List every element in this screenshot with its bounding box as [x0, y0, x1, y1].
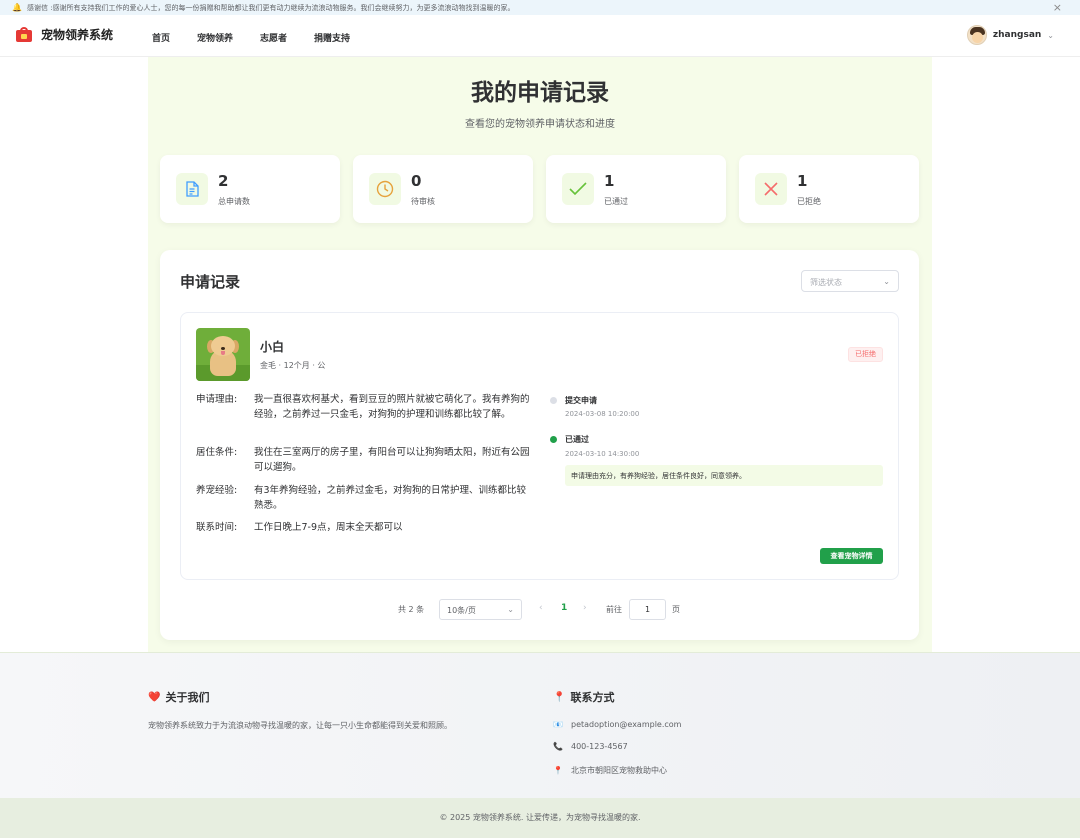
notice-bar: 🔔 感谢信 :感谢所有支持我们工作的爱心人士，您的每一份捐赠和帮助都让我们更有动… [0, 0, 1080, 15]
clock-icon [369, 173, 401, 205]
timeline-time: 2024-03-10 14:30:00 [565, 450, 640, 458]
field-value: 有3年养狗经验，之前养过金毛，对狗狗的日常护理、训练都比较熟悉。 [254, 485, 527, 511]
stat-label: 待审核 [411, 197, 435, 206]
email-text: petadoption@example.com [571, 720, 682, 729]
document-icon [176, 173, 208, 205]
logo[interactable]: 宠物领养系统 [16, 26, 113, 43]
status-badge: 已拒绝 [848, 347, 883, 362]
copyright: © 2025 宠物领养系统. 让爱传递，为宠物寻找温暖的家. [0, 798, 1080, 838]
navbar: 宠物领养系统 首页 宠物领养 志愿者 捐赠支持 zhangsan ⌄ [0, 15, 1080, 57]
chevron-down-icon: ⌄ [1047, 30, 1054, 40]
nav-links: 首页 宠物领养 志愿者 捐赠支持 [152, 31, 377, 44]
pet-photo [196, 328, 250, 381]
about-text: 宠物领养系统致力于为流浪动物寻找温暖的家，让每一只小生命都能得到关爱和照顾。 [148, 721, 452, 730]
page-size-select[interactable]: 10条/页 ⌄ [439, 599, 522, 620]
field-label: 申请理由: [196, 394, 238, 405]
notice-text: 感谢信 :感谢所有支持我们工作的爱心人士，您的每一份捐赠和帮助都让我们更有动力继… [26, 3, 515, 12]
nav-link-adoption[interactable]: 宠物领养 [197, 31, 233, 44]
field-label: 联系时间: [196, 522, 238, 533]
timeline-title: 已通过 [565, 435, 589, 444]
field-reason: 申请理由: 我一直很喜欢柯基犬，看到豆豆的照片就被它萌化了。我有养狗的经验，之前… [196, 393, 536, 422]
next-page-icon[interactable]: › [583, 603, 587, 613]
view-pet-detail-button[interactable]: 查看宠物详情 [820, 548, 883, 564]
pagination-total: 共 2 条 [398, 605, 425, 614]
stat-value: 2 [218, 172, 229, 190]
chevron-down-icon: ⌄ [883, 277, 890, 286]
field-label: 养宠经验: [196, 485, 238, 496]
username: zhangsan [992, 30, 1042, 40]
phone-icon: 📞 [553, 742, 563, 751]
close-icon [755, 173, 787, 205]
application-card: 小白 金毛 · 12个月 · 公 已拒绝 申请理由: 我一直很喜欢柯基犬，看到豆… [180, 312, 899, 580]
user-menu[interactable]: zhangsan ⌄ [966, 25, 1054, 45]
stat-card-total: 2 总申请数 [160, 155, 340, 223]
status-filter-select[interactable]: 筛选状态 ⌄ [801, 270, 899, 292]
contact-heading: 📍 联系方式 [553, 689, 614, 705]
field-value: 工作日晚上7-9点，周末全天都可以 [254, 522, 403, 533]
stat-label: 已拒绝 [797, 197, 821, 206]
about-title: 关于我们 [165, 691, 210, 704]
location-pin-icon: 📍 [553, 766, 563, 775]
stat-value: 0 [411, 172, 422, 190]
goto-label: 前往 [606, 605, 622, 614]
nav-link-donation[interactable]: 捐赠支持 [314, 31, 350, 44]
check-icon [562, 173, 594, 205]
filter-placeholder: 筛选状态 [810, 278, 842, 287]
chevron-down-icon: ⌄ [507, 605, 514, 614]
contact-phone: 📞 400-123-4567 [553, 742, 628, 751]
stat-label: 已通过 [604, 197, 628, 206]
current-page[interactable]: 1 [561, 603, 567, 613]
stat-label: 总申请数 [218, 197, 250, 206]
location-pin-icon: 📍 [553, 691, 566, 703]
field-contact-time: 联系时间: 工作日晚上7-9点，周末全天都可以 [196, 521, 536, 536]
close-icon[interactable]: × [1053, 1, 1062, 14]
phone-text: 400-123-4567 [571, 742, 628, 751]
page-size-value: 10条/页 [447, 606, 476, 615]
avatar [966, 25, 987, 45]
email-icon: 📧 [553, 720, 563, 729]
field-value: 我住在三室两厅的房子里，有阳台可以让狗狗晒太阳，附近有公园可以遛狗。 [254, 447, 530, 473]
shopping-bag-icon [16, 26, 32, 43]
contact-title: 联系方式 [570, 691, 615, 704]
page-subtitle: 查看您的宠物领养申请状态和进度 [465, 119, 615, 130]
footer: ❤️ 关于我们 宠物领养系统致力于为流浪动物寻找温暖的家，让每一只小生命都能得到… [0, 652, 1080, 798]
pet-name: 小白 [260, 340, 285, 354]
about-heading: ❤️ 关于我们 [148, 689, 209, 705]
timeline-dot [550, 397, 557, 404]
field-housing: 居住条件: 我住在三室两厅的房子里，有阳台可以让狗狗晒太阳，附近有公园可以遛狗。 [196, 446, 536, 475]
nav-link-home[interactable]: 首页 [152, 31, 170, 44]
field-label: 居住条件: [196, 447, 238, 458]
timeline-time: 2024-03-08 10:20:00 [565, 410, 640, 418]
records-title: 申请记录 [180, 273, 241, 291]
page-suffix: 页 [672, 605, 680, 614]
goto-page-input[interactable]: 1 [629, 599, 666, 620]
field-value: 我一直很喜欢柯基犬，看到豆豆的照片就被它萌化了。我有养狗的经验，之前养过一只金毛… [254, 394, 530, 420]
bell-icon: 🔔 [12, 3, 22, 12]
contact-address: 📍 北京市朝阳区宠物救助中心 [553, 765, 667, 776]
pet-meta: 金毛 · 12个月 · 公 [260, 361, 326, 370]
contact-email: 📧 petadoption@example.com [553, 720, 681, 729]
prev-page-icon[interactable]: ‹ [539, 603, 543, 613]
timeline-dot [550, 436, 557, 443]
stat-card-rejected: 1 已拒绝 [739, 155, 919, 223]
timeline-note: 申请理由充分，有养狗经验，居住条件良好，同意领养。 [565, 465, 883, 486]
page-title: 我的申请记录 [471, 80, 609, 106]
stat-value: 1 [797, 172, 808, 190]
stat-value: 1 [604, 172, 615, 190]
timeline-title: 提交申请 [565, 396, 597, 405]
stat-card-approved: 1 已通过 [546, 155, 726, 223]
heart-icon: ❤️ [148, 691, 161, 703]
stat-card-pending: 0 待审核 [353, 155, 533, 223]
field-experience: 养宠经验: 有3年养狗经验，之前养过金毛，对狗狗的日常护理、训练都比较熟悉。 [196, 484, 536, 513]
address-text: 北京市朝阳区宠物救助中心 [571, 766, 667, 775]
brand-name: 宠物领养系统 [41, 28, 114, 42]
records-panel: 申请记录 筛选状态 ⌄ 小白 金毛 · 12个月 · 公 已拒绝 申请理由: 我… [160, 250, 919, 640]
nav-link-volunteer[interactable]: 志愿者 [260, 31, 287, 44]
